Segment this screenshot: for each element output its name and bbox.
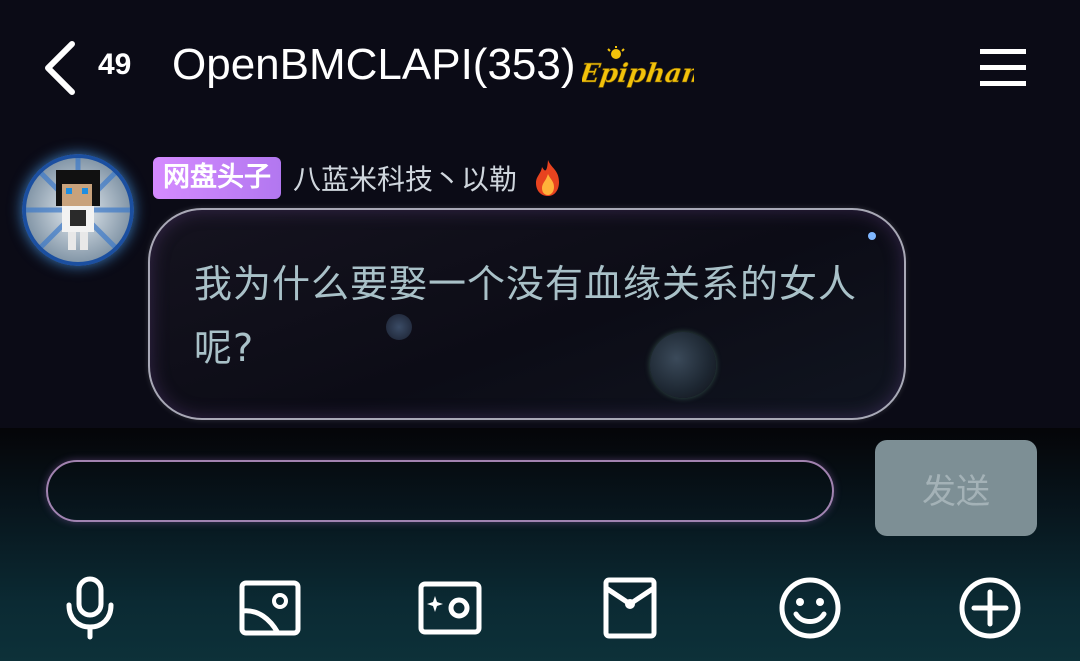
red-packet-button[interactable] bbox=[590, 568, 670, 648]
chevron-left-icon bbox=[45, 41, 75, 95]
epiphany-badge: Epiphany bbox=[577, 46, 720, 94]
role-badge: 网盘头子 bbox=[153, 157, 281, 199]
avatar[interactable] bbox=[22, 154, 134, 266]
group-title[interactable]: OpenBMCLAPI(353) bbox=[172, 40, 576, 90]
sender-line: 网盘头子 八蓝米科技丶以勒 bbox=[153, 156, 567, 200]
unread-count: 49 bbox=[98, 48, 132, 81]
plus-icon bbox=[959, 577, 1021, 639]
epiphany-badge-text: Epiphany bbox=[582, 58, 694, 89]
menu-button[interactable] bbox=[978, 46, 1030, 90]
camera-button[interactable] bbox=[410, 568, 490, 648]
hamburger-icon bbox=[980, 49, 1026, 86]
image-icon bbox=[239, 580, 301, 636]
emoji-icon bbox=[779, 577, 841, 639]
message-text: 我为什么要娶一个没有血缘关系的女人呢? bbox=[194, 262, 858, 370]
microphone-icon bbox=[66, 576, 114, 640]
chat-header: 49 OpenBMCLAPI(353) Epiphany bbox=[0, 0, 1080, 138]
message-bubble[interactable]: 我为什么要娶一个没有血缘关系的女人呢? bbox=[148, 208, 906, 420]
more-button[interactable] bbox=[950, 568, 1030, 648]
fire-icon bbox=[536, 160, 560, 196]
send-button[interactable]: 发送 bbox=[875, 440, 1037, 536]
camera-icon bbox=[418, 581, 482, 635]
emoji-button[interactable] bbox=[770, 568, 850, 648]
composer-toolbar bbox=[0, 568, 1080, 648]
message-input[interactable] bbox=[46, 460, 834, 522]
sender-name[interactable]: 八蓝米科技丶以勒 bbox=[293, 158, 517, 198]
red-packet-icon bbox=[603, 577, 657, 639]
voice-button[interactable] bbox=[50, 568, 130, 648]
image-button[interactable] bbox=[230, 568, 310, 648]
back-button[interactable] bbox=[34, 38, 90, 98]
composer-bar: 发送 bbox=[0, 428, 1080, 661]
bubble-orb-decoration bbox=[868, 232, 876, 240]
message-list[interactable]: 网盘头子 八蓝米科技丶以勒 我为什么要娶一个没有血缘关系的女人呢? bbox=[0, 138, 1080, 428]
